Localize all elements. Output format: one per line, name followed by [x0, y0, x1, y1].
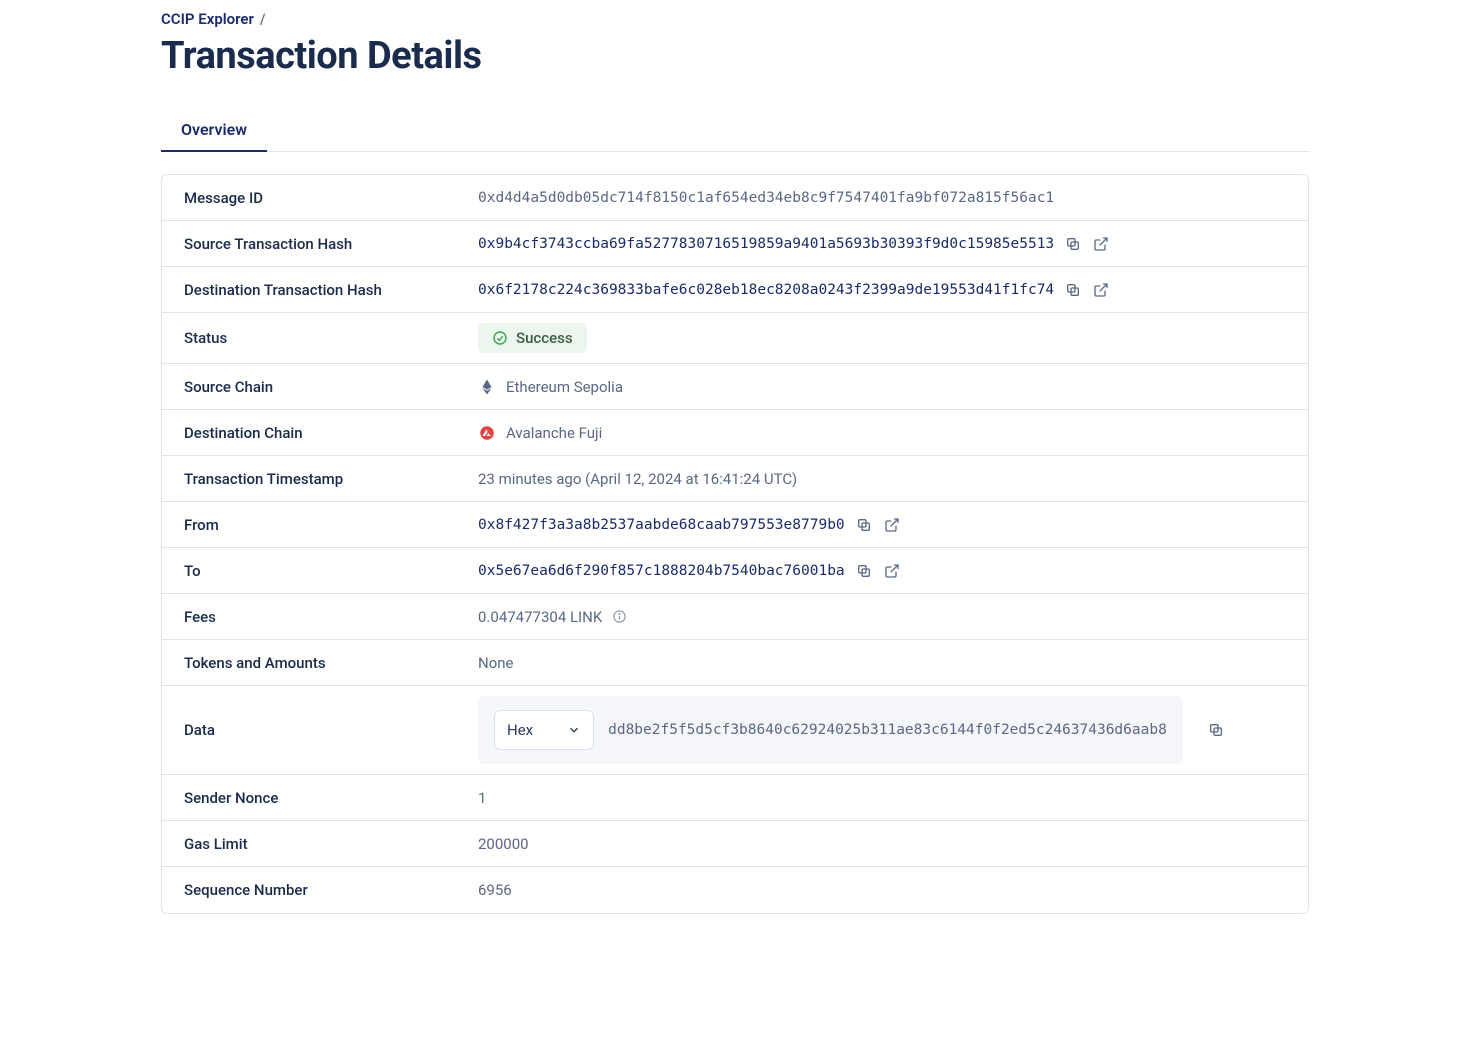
row-fees: Fees 0.047477304 LINK — [162, 594, 1308, 640]
label-fees: Fees — [184, 608, 478, 626]
copy-icon[interactable] — [1064, 281, 1082, 299]
external-link-icon[interactable] — [1092, 281, 1110, 299]
chevron-down-icon — [567, 723, 581, 737]
label-gas: Gas Limit — [184, 835, 478, 853]
value-src-chain: Ethereum Sepolia — [506, 378, 623, 396]
row-gas: Gas Limit 200000 — [162, 821, 1308, 867]
value-src-tx-link[interactable]: 0x9b4cf3743ccba69fa5277830716519859a9401… — [478, 236, 1054, 252]
page-title: Transaction Details — [161, 34, 1309, 78]
row-data: Data Hex dd8be2f5f5d5cf3b8640c62924025b3… — [162, 686, 1308, 775]
details-table: Message ID 0xd4d4a5d0db05dc714f8150c1af6… — [161, 174, 1309, 914]
label-timestamp: Transaction Timestamp — [184, 470, 478, 488]
value-message-id: 0xd4d4a5d0db05dc714f8150c1af654ed34eb8c9… — [478, 190, 1054, 206]
row-dst-chain: Destination Chain Avalanche Fuji — [162, 410, 1308, 456]
external-link-icon[interactable] — [883, 562, 901, 580]
check-circle-icon — [492, 330, 508, 346]
ethereum-icon — [478, 378, 496, 396]
label-to: To — [184, 562, 478, 580]
value-from-link[interactable]: 0x8f427f3a3a8b2537aabde68caab797553e8779… — [478, 517, 845, 533]
value-dst-tx-link[interactable]: 0x6f2178c224c369833bafe6c028eb18ec8208a0… — [478, 282, 1054, 298]
label-nonce: Sender Nonce — [184, 789, 478, 807]
info-icon[interactable] — [612, 609, 627, 624]
row-timestamp: Transaction Timestamp 23 minutes ago (Ap… — [162, 456, 1308, 502]
row-to: To 0x5e67ea6d6f290f857c1888204b7540bac76… — [162, 548, 1308, 594]
label-dst-chain: Destination Chain — [184, 424, 478, 442]
row-from: From 0x8f427f3a3a8b2537aabde68caab797553… — [162, 502, 1308, 548]
row-message-id: Message ID 0xd4d4a5d0db05dc714f8150c1af6… — [162, 175, 1308, 221]
breadcrumb-separator: / — [260, 10, 266, 28]
avalanche-icon — [478, 424, 496, 442]
value-to-link[interactable]: 0x5e67ea6d6f290f857c1888204b7540bac76001… — [478, 563, 845, 579]
label-status: Status — [184, 329, 478, 347]
value-nonce: 1 — [478, 789, 486, 807]
value-fees: 0.047477304 LINK — [478, 608, 602, 626]
row-src-tx: Source Transaction Hash 0x9b4cf3743ccba6… — [162, 221, 1308, 267]
row-nonce: Sender Nonce 1 — [162, 775, 1308, 821]
value-gas: 200000 — [478, 835, 529, 853]
row-src-chain: Source Chain Ethereum Sepolia — [162, 364, 1308, 410]
value-dst-chain: Avalanche Fuji — [506, 424, 602, 442]
data-format-select[interactable]: Hex — [494, 710, 594, 750]
external-link-icon[interactable] — [1092, 235, 1110, 253]
label-from: From — [184, 516, 478, 534]
row-tokens: Tokens and Amounts None — [162, 640, 1308, 686]
value-data-hex: dd8be2f5f5d5cf3b8640c62924025b311ae83c61… — [608, 722, 1167, 738]
data-box: Hex dd8be2f5f5d5cf3b8640c62924025b311ae8… — [478, 696, 1183, 764]
breadcrumb: CCIP Explorer / — [161, 10, 1309, 28]
copy-icon[interactable] — [855, 516, 873, 534]
copy-icon[interactable] — [1207, 721, 1225, 739]
value-timestamp: 23 minutes ago (April 12, 2024 at 16:41:… — [478, 470, 797, 488]
label-src-chain: Source Chain — [184, 378, 478, 396]
label-data: Data — [184, 721, 478, 739]
label-src-tx: Source Transaction Hash — [184, 235, 478, 253]
label-tokens: Tokens and Amounts — [184, 654, 478, 672]
tab-overview[interactable]: Overview — [161, 108, 267, 151]
label-seq: Sequence Number — [184, 881, 478, 899]
copy-icon[interactable] — [1064, 235, 1082, 253]
value-tokens: None — [478, 654, 514, 672]
breadcrumb-root-link[interactable]: CCIP Explorer — [161, 10, 254, 28]
external-link-icon[interactable] — [883, 516, 901, 534]
status-text: Success — [516, 329, 573, 347]
copy-icon[interactable] — [855, 562, 873, 580]
label-message-id: Message ID — [184, 189, 478, 207]
row-seq: Sequence Number 6956 — [162, 867, 1308, 913]
row-status: Status Success — [162, 313, 1308, 364]
data-format-value: Hex — [507, 721, 533, 739]
label-dst-tx: Destination Transaction Hash — [184, 281, 478, 299]
status-badge: Success — [478, 323, 587, 353]
value-seq: 6956 — [478, 881, 512, 899]
tabs: Overview — [161, 108, 1309, 152]
row-dst-tx: Destination Transaction Hash 0x6f2178c22… — [162, 267, 1308, 313]
